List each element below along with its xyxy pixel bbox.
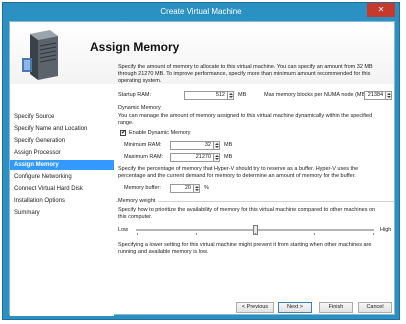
max-ram-unit: MB — [224, 154, 233, 160]
weight-desc-line-1: Specify how to prioritize the availabili… — [118, 207, 376, 213]
title-bar: Create Virtual Machine ✕ — [3, 3, 399, 21]
min-ram-input[interactable]: 32 — [170, 141, 214, 150]
sidebar-item-configure-networking[interactable]: Configure Networking — [10, 172, 114, 182]
sidebar-item-connect-virtual-hard-disk[interactable]: Connect Virtual Hard Disk — [10, 184, 114, 194]
slider-tick — [373, 233, 374, 235]
sidebar-item-assign-processor[interactable]: Assign Processor — [10, 148, 114, 158]
buffer-desc-line-2: percentage and the current demand for me… — [118, 173, 356, 179]
memory-weight-heading: Memory weight — [118, 198, 159, 205]
startup-ram-input[interactable]: 512 — [184, 91, 228, 100]
max-ram-input[interactable]: 21270 — [170, 153, 214, 162]
intro-text-line-2: through 21270 MB. To improve performance… — [118, 71, 371, 77]
sidebar-item-specify-generation[interactable]: Specify Generation — [10, 136, 114, 146]
slider-tick — [137, 233, 138, 235]
max-ram-spinner[interactable] — [214, 153, 220, 162]
numa-label: Max memory blocks per NUMA node (MB): — [264, 92, 369, 98]
min-ram-unit: MB — [224, 142, 233, 148]
create-vm-window: Create Virtual Machine ✕ Assign Memory S… — [2, 2, 400, 320]
sidebar-item-installation-options[interactable]: Installation Options — [10, 196, 114, 206]
numa-input[interactable]: 21384 — [364, 91, 386, 100]
sidebar-item-specify-name-and-location[interactable]: Specify Name and Location — [10, 124, 114, 134]
sidebar-item-assign-memory[interactable]: Assign Memory — [10, 160, 114, 170]
memory-buffer-label: Memory buffer: — [124, 185, 161, 191]
server-icon — [22, 30, 58, 80]
min-ram-label: Minimum RAM: — [124, 142, 162, 148]
slider-tick — [196, 233, 197, 235]
close-button[interactable]: ✕ — [367, 3, 395, 17]
startup-ram-label: Startup RAM: — [118, 92, 152, 98]
cancel-button[interactable]: Cancel — [358, 302, 392, 313]
finish-button[interactable]: Finish — [319, 302, 353, 313]
memory-settings-panel: Specify the amount of memory to allocate… — [114, 62, 396, 316]
numa-spinner[interactable] — [386, 91, 392, 100]
warning-line-2: running and available memory is low. — [118, 249, 209, 255]
sidebar-item-summary[interactable]: Summary — [10, 208, 114, 218]
weight-high-label: High — [380, 227, 392, 233]
slider-tick — [314, 233, 315, 235]
close-icon: ✕ — [377, 5, 385, 14]
dynamic-memory-heading: Dynamic Memory — [118, 105, 161, 111]
buffer-desc-line-1: Specify the percentage of memory that Hy… — [118, 166, 359, 172]
weight-low-label: Low — [118, 227, 129, 233]
dynamic-desc-line-2: range. — [118, 120, 134, 126]
weight-desc-line-2: this computer. — [118, 214, 153, 220]
enable-dynamic-memory-checkbox[interactable]: ✔ — [120, 130, 126, 136]
memory-buffer-input[interactable]: 20 — [170, 184, 194, 193]
warning-line-1: Specifying a lower setting for this virt… — [118, 242, 372, 248]
max-ram-label: Maximum RAM: — [124, 154, 164, 160]
slider-tick — [255, 233, 256, 235]
wizard-client-area: Assign Memory Specify Source Specify Nam… — [9, 21, 396, 316]
previous-button[interactable]: < Previous — [236, 302, 274, 313]
memory-buffer-spinner[interactable] — [194, 184, 200, 193]
wizard-steps-sidebar: Specify Source Specify Name and Location… — [10, 84, 114, 316]
startup-ram-spinner[interactable] — [228, 91, 234, 100]
min-ram-spinner[interactable] — [214, 141, 220, 150]
sidebar-item-specify-source[interactable]: Specify Source — [10, 112, 114, 122]
page-title: Assign Memory — [90, 40, 180, 54]
intro-text-line-1: Specify the amount of memory to allocate… — [118, 64, 373, 70]
intro-text-line-3: operating system. — [118, 78, 162, 84]
next-button[interactable]: Next > — [278, 302, 312, 313]
enable-dynamic-memory-label[interactable]: Enable Dynamic Memory — [129, 130, 190, 137]
memory-buffer-unit: % — [204, 185, 209, 191]
startup-ram-unit: MB — [238, 92, 247, 98]
dynamic-desc-line-1: You can manage the amount of memory assi… — [118, 113, 373, 119]
window-title: Create Virtual Machine — [160, 7, 242, 16]
